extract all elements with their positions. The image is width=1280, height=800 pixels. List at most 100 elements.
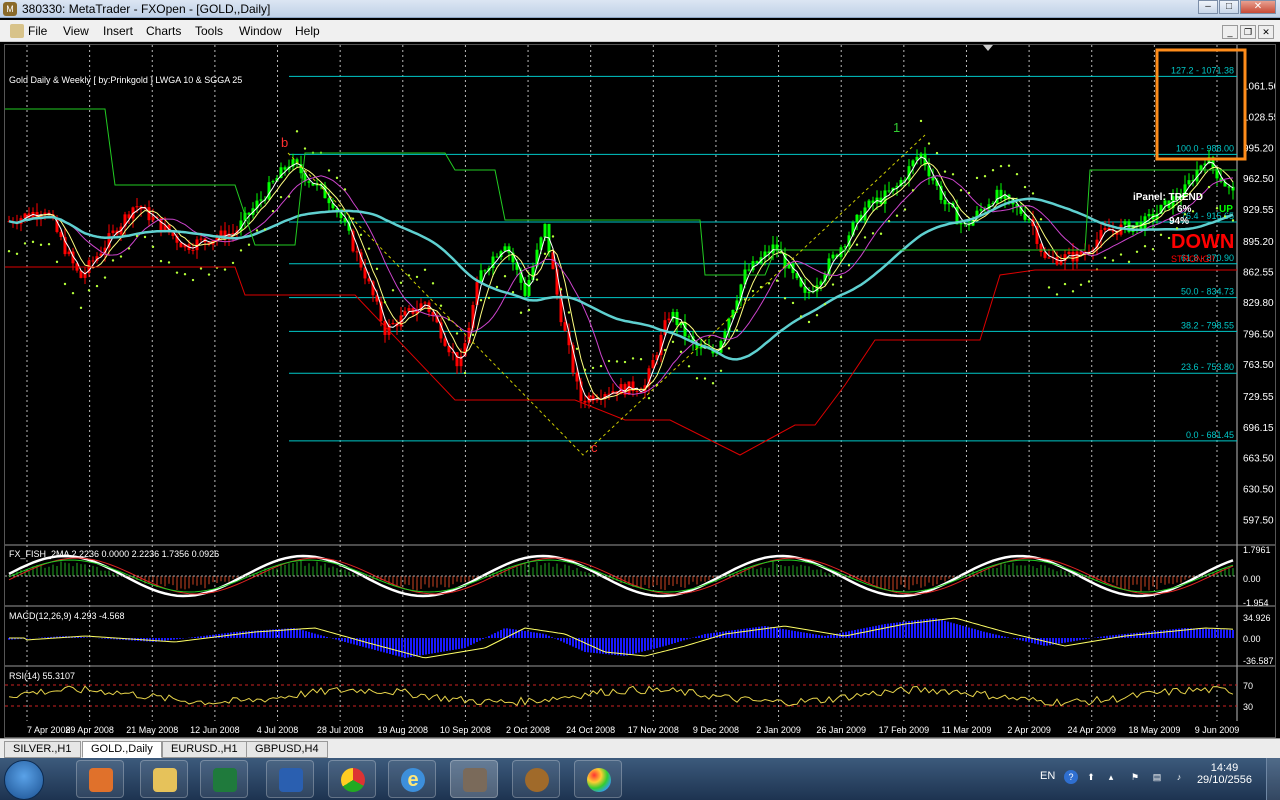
tab-gbpusd-h4[interactable]: GBPUSD,H4	[246, 741, 328, 758]
word-icon	[279, 768, 303, 792]
price-chart[interactable]: 1061.50 1028.55 995.20 962.50 929.55 895.20 86…	[5, 45, 1275, 737]
menu-tools[interactable]: Tools	[195, 24, 223, 38]
candle-body	[1071, 251, 1075, 262]
fib-level-label: 127.2 - 1071.38	[1171, 65, 1234, 75]
menu-help[interactable]: Help	[295, 24, 320, 38]
metatrader-app-icon: M	[3, 2, 17, 16]
file-manager-taskbar-button[interactable]	[140, 760, 188, 798]
sar-dot	[183, 273, 187, 276]
macd-label: MACD(12,26,9) 4.293 -4.568	[9, 611, 125, 621]
network-icon[interactable]: ▤	[1150, 770, 1164, 784]
sar-dot	[767, 282, 771, 285]
chart-tabs: SILVER.,H1 GOLD.,Daily EURUSD.,H1 GBPUSD…	[0, 738, 1280, 758]
sar-dot	[551, 235, 555, 238]
candle-body	[1227, 186, 1231, 188]
folder-icon	[153, 768, 177, 792]
candle-body	[443, 338, 447, 346]
date-tick-label: 4 Jul 2008	[257, 725, 299, 735]
sar-dot	[503, 275, 507, 278]
candle-body	[807, 292, 811, 294]
sar-dot	[887, 219, 891, 223]
child-restore-icon[interactable]: ❐	[1240, 25, 1256, 39]
media-player-icon	[89, 768, 113, 792]
candle-body	[855, 214, 859, 223]
candle-body	[191, 249, 195, 251]
minimize-icon[interactable]: –	[1198, 0, 1218, 14]
menu-window[interactable]: Window	[239, 24, 282, 38]
menu-insert[interactable]: Insert	[103, 24, 133, 38]
sar-dot	[679, 350, 683, 354]
sar-dot	[1231, 219, 1235, 222]
internet-explorer-taskbar-button[interactable]: e	[388, 760, 436, 798]
sar-dot	[1031, 192, 1035, 195]
sar-dot	[831, 283, 835, 286]
language-indicator[interactable]: EN	[1040, 770, 1055, 782]
menu-file[interactable]: File	[28, 24, 47, 38]
excel-taskbar-button[interactable]	[200, 760, 248, 798]
tab-gold-daily[interactable]: GOLD.,Daily	[82, 741, 162, 758]
show-desktop-button[interactable]	[1266, 758, 1280, 800]
sar-dot	[879, 232, 883, 235]
price-tick-label: 696.15	[1243, 423, 1274, 434]
candle-body	[1103, 227, 1107, 230]
menu-charts[interactable]: Charts	[146, 24, 181, 38]
date-tick-label: 17 Feb 2009	[879, 725, 930, 735]
sar-dot	[279, 195, 283, 199]
sar-dot	[1055, 293, 1059, 296]
maximize-icon[interactable]: □	[1219, 0, 1239, 14]
menu-view[interactable]: View	[63, 24, 89, 38]
sar-dot	[1071, 290, 1075, 293]
candle-body	[667, 318, 671, 321]
sar-dot	[207, 273, 211, 276]
paint-taskbar-button[interactable]	[574, 760, 622, 798]
sar-dot	[367, 247, 371, 250]
sar-dot	[703, 377, 707, 380]
sar-dot	[583, 368, 587, 372]
sar-dot	[31, 240, 35, 244]
media-player-taskbar-button[interactable]	[76, 760, 124, 798]
candle-body	[271, 181, 275, 183]
sar-dot	[495, 285, 499, 289]
price-tick-label: 829.80	[1243, 298, 1274, 309]
sar-dot	[567, 311, 571, 314]
candle-body	[179, 242, 183, 248]
tray-overflow-icon[interactable]: ▴	[1104, 770, 1118, 784]
candle-body	[887, 190, 891, 192]
document-icon[interactable]	[10, 24, 24, 38]
candle-body	[195, 239, 199, 251]
start-button[interactable]	[4, 760, 44, 800]
wave-label-b: b	[281, 135, 288, 150]
sar-dot	[303, 147, 307, 150]
sar-dot	[343, 188, 347, 191]
price-tick-label: 630.50	[1243, 484, 1274, 495]
sar-dot	[871, 232, 875, 235]
sar-dot	[647, 396, 651, 400]
arrow-icon[interactable]: ⬆	[1084, 770, 1098, 784]
volume-icon[interactable]: ♪	[1172, 770, 1186, 784]
sar-dot	[927, 142, 931, 145]
clock[interactable]: 14:49 29/10/2556	[1197, 762, 1252, 786]
chart-window[interactable]: 1061.50 1028.55 995.20 962.50 929.55 895.20 86…	[4, 44, 1276, 738]
candle-body	[259, 199, 263, 201]
tab-silver-h1[interactable]: SILVER.,H1	[4, 741, 81, 758]
word-taskbar-button[interactable]	[266, 760, 314, 798]
sar-dot	[639, 358, 643, 361]
metatrader-taskbar-button[interactable]	[450, 760, 498, 798]
candle-body	[747, 269, 751, 271]
child-minimize-icon[interactable]: _	[1222, 25, 1238, 39]
tab-eurusd-h1[interactable]: EURUSD.,H1	[162, 741, 247, 758]
help-icon[interactable]: ?	[1064, 770, 1078, 784]
date-tick-label: 2 Oct 2008	[506, 725, 550, 735]
flag-icon[interactable]: ⚑	[1128, 770, 1142, 784]
child-close-icon[interactable]: ✕	[1258, 25, 1274, 39]
sar-dot	[335, 176, 339, 180]
chrome-taskbar-button[interactable]	[328, 760, 376, 798]
sar-dot	[1159, 233, 1163, 237]
candle-body	[495, 256, 499, 258]
candle-body	[635, 391, 639, 393]
date-tick-label: 2 Apr 2009	[1007, 725, 1051, 735]
date-tick-label: 18 May 2009	[1128, 725, 1180, 735]
candle-body	[687, 336, 691, 338]
media-app-taskbar-button[interactable]	[512, 760, 560, 798]
close-icon[interactable]: ✕	[1240, 0, 1276, 14]
